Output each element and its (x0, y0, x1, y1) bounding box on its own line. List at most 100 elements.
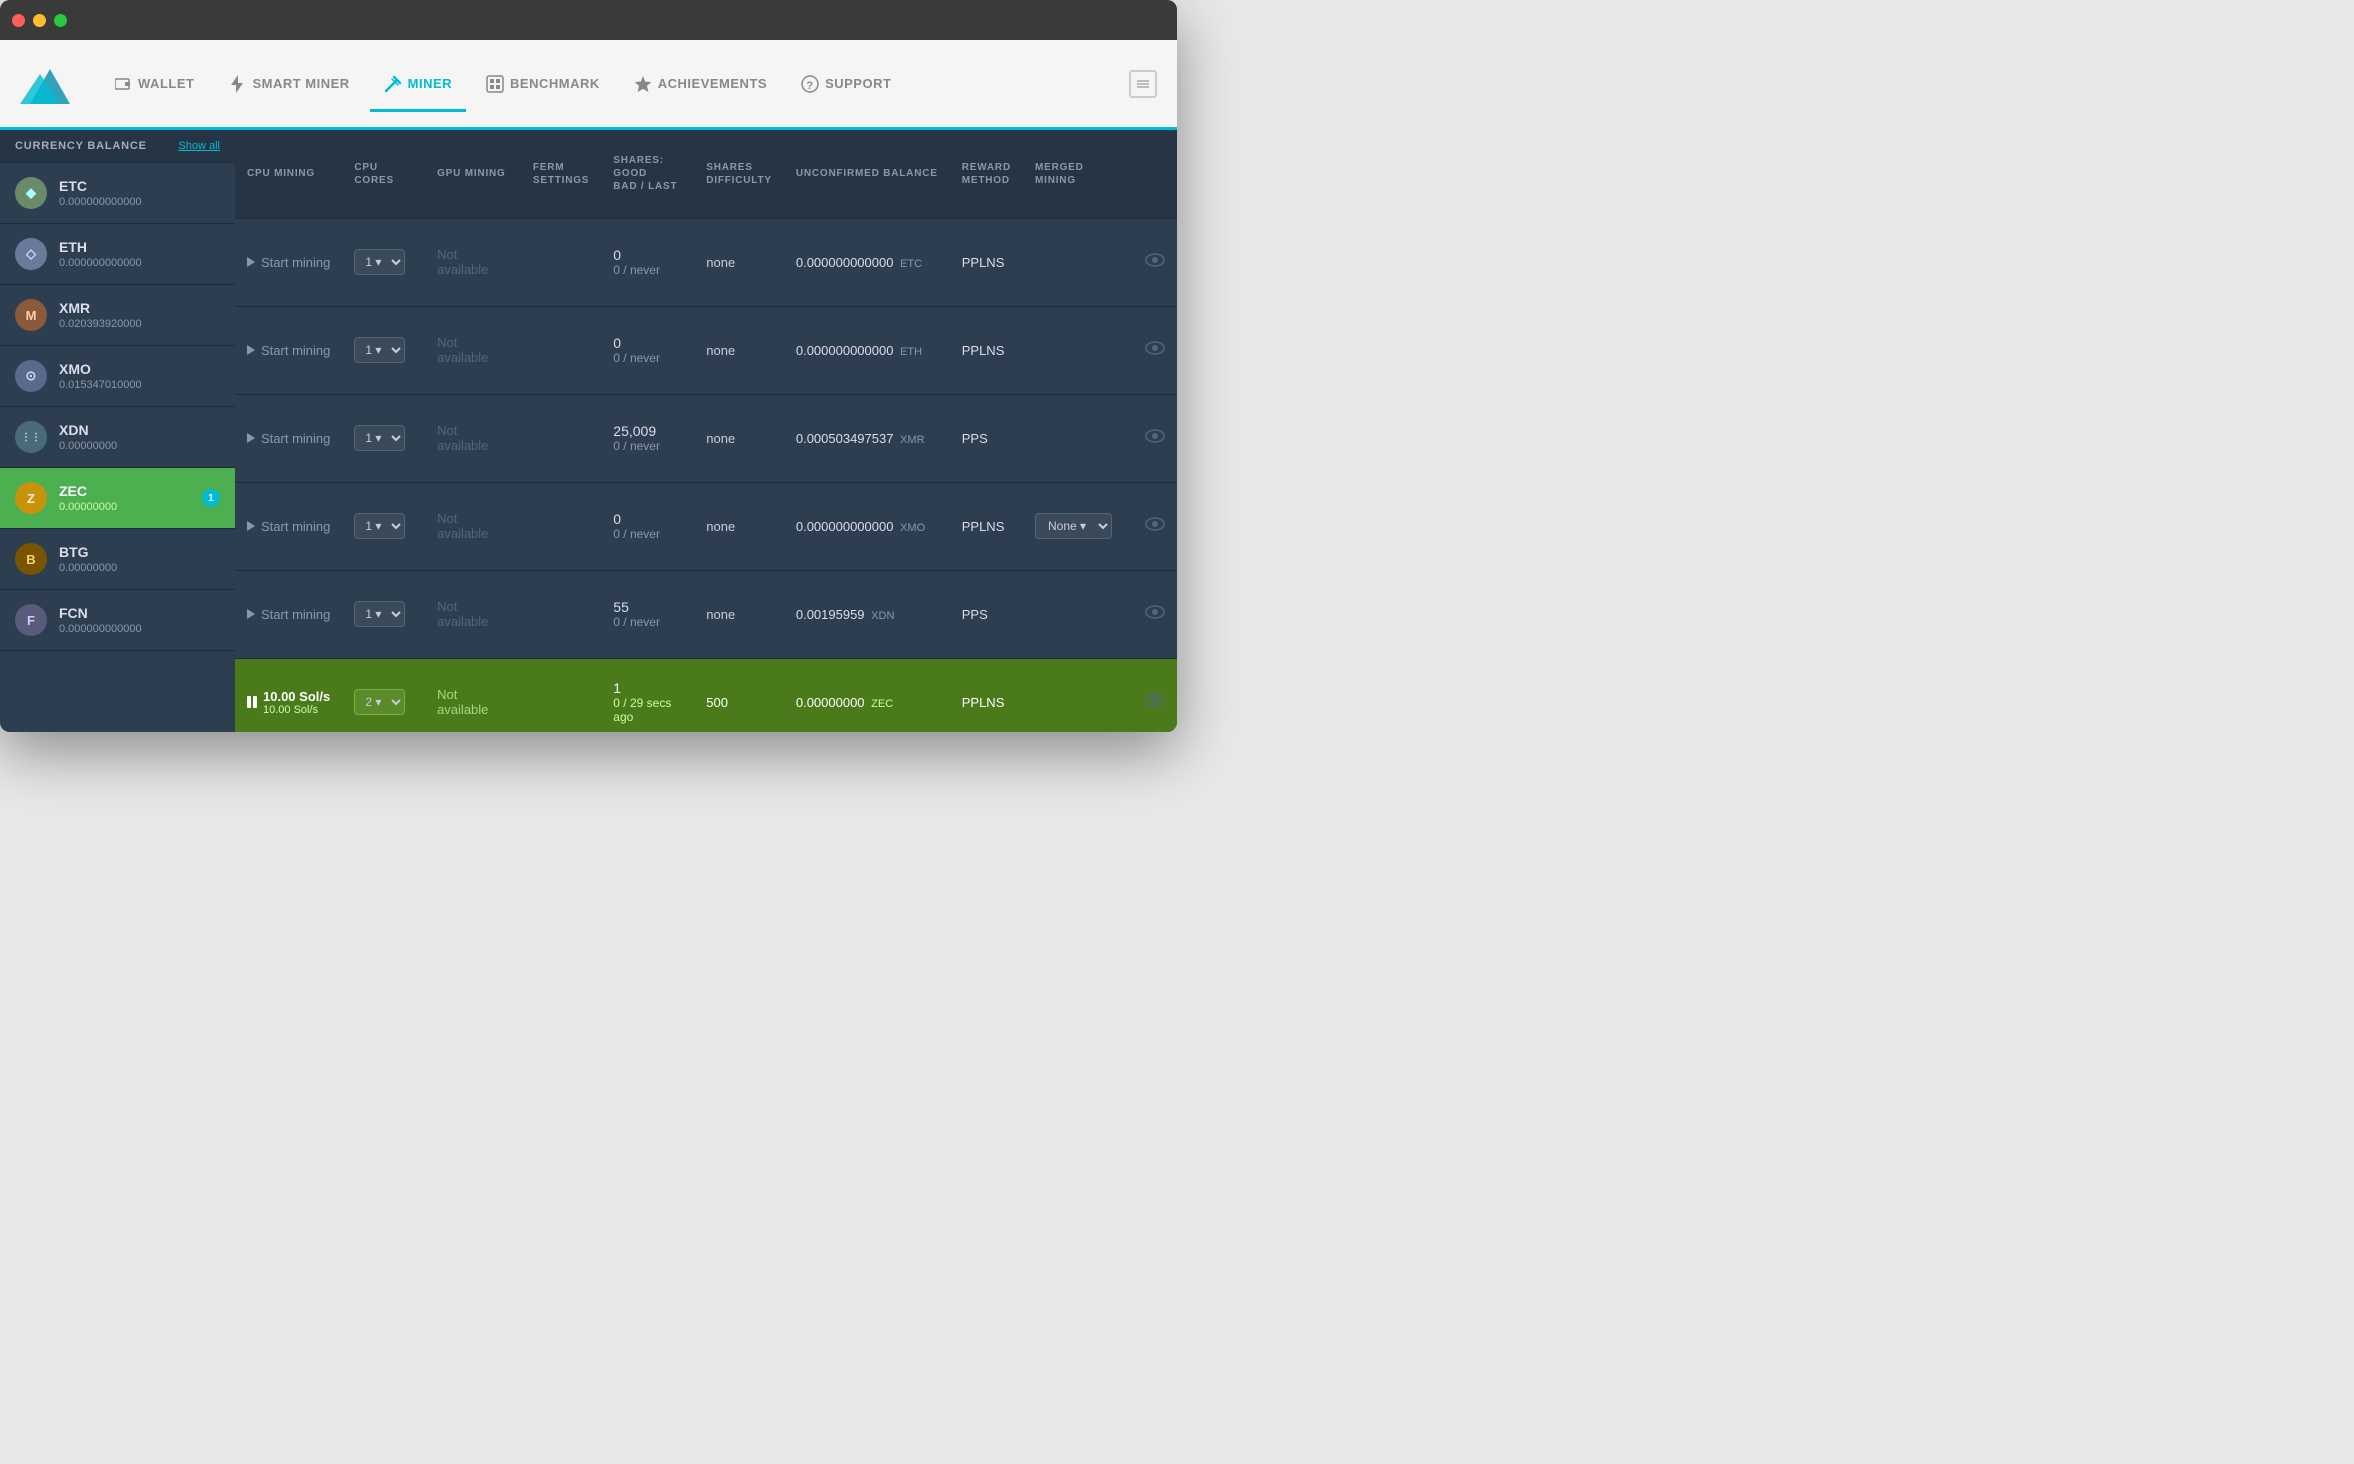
col-actions (1133, 130, 1177, 218)
start-mining-btn[interactable]: Start mining (247, 343, 330, 358)
merged-select-xmo[interactable]: None ▾ FCN (1035, 513, 1112, 539)
shares-cell-zec: 1 0 / 29 secs ago (601, 658, 694, 732)
minimize-button[interactable] (33, 14, 46, 27)
cpu-mining-cell-zec: 10.00 Sol/s 10.00 Sol/s (235, 658, 342, 732)
cpu-cores-cell-eth: 1 ▾ 2 ▾ 3 ▾ 4 ▾ (342, 306, 425, 394)
balance-cell-xmr: 0.000503497537 XMR (784, 394, 950, 482)
balance-cell-zec: 0.00000000 ZEC (784, 658, 950, 732)
xdn-currency-info: XDN 0.00000000 (59, 422, 220, 452)
cores-select-xmo[interactable]: 1 ▾ 2 ▾ 3 ▾ 4 ▾ (354, 513, 405, 539)
etc-currency-balance: 0.000000000000 (59, 196, 220, 208)
xdn-currency-name: XDN (59, 422, 220, 438)
traffic-lights (12, 14, 67, 27)
pause-mining-btn[interactable]: 10.00 Sol/s 10.00 Sol/s (247, 689, 330, 716)
col-gpu-mining: GPU MINING (425, 130, 521, 218)
ferm-cell-xdn (521, 570, 601, 658)
sidebar-item-BTG[interactable]: B BTG 0.00000000 (0, 529, 235, 590)
table-row-eth: Start mining 1 ▾ 2 ▾ 3 ▾ 4 ▾ Not availab… (235, 306, 1177, 394)
nav-item-support[interactable]: ? SUPPORT (787, 67, 905, 101)
cores-select-xmr[interactable]: 1 ▾ 2 ▾ 3 ▾ 4 ▾ (354, 425, 405, 451)
balance-unit: XDN (871, 610, 894, 622)
sidebar-item-ETC[interactable]: ◆ ETC 0.000000000000 (0, 163, 235, 224)
balance-value: 0.00000000 (796, 695, 865, 710)
start-label: Start mining (261, 255, 330, 270)
collapse-button[interactable] (1129, 70, 1157, 98)
navbar: WALLET SMART MINER (0, 40, 1177, 130)
table-row-xmr: Start mining 1 ▾ 2 ▾ 3 ▾ 4 ▾ Not availab… (235, 394, 1177, 482)
pause-icon (247, 696, 257, 708)
visibility-toggle-icon[interactable] (1145, 518, 1165, 535)
start-mining-btn[interactable]: Start mining (247, 607, 330, 622)
visibility-toggle-icon[interactable] (1145, 342, 1165, 359)
close-button[interactable] (12, 14, 25, 27)
eth-currency-info: ETH 0.000000000000 (59, 239, 220, 269)
balance-value: 0.00195959 (796, 607, 865, 622)
actions-cell-xdn (1133, 570, 1177, 658)
balance-value: 0.000000000000 (796, 343, 894, 358)
balance-unit: ZEC (871, 698, 893, 710)
balance-unit: ETC (900, 258, 922, 270)
difficulty-value: none (706, 519, 735, 534)
difficulty-cell-etc: none (694, 218, 784, 306)
table-row-xdn: Start mining 1 ▾ 2 ▾ 3 ▾ 4 ▾ Not availab… (235, 570, 1177, 658)
fullscreen-button[interactable] (54, 14, 67, 27)
merged-cell-xdn (1023, 570, 1133, 658)
gpu-not-available: Not available (437, 599, 488, 629)
nav-item-smart-miner[interactable]: SMART MINER (214, 67, 363, 101)
actions-cell-zec (1133, 658, 1177, 732)
reward-cell-etc: PPLNS (950, 218, 1023, 306)
start-mining-btn[interactable]: Start mining (247, 255, 330, 270)
visibility-toggle-icon[interactable] (1145, 254, 1165, 271)
gpu-not-available: Not available (437, 247, 488, 277)
sidebar-item-ZEC[interactable]: Z ZEC 0.00000000 1 (0, 468, 235, 529)
col-cpu-cores: CPU CORES (342, 130, 425, 218)
eth-currency-icon: ◇ (15, 238, 47, 270)
cpu-mining-cell-eth: Start mining (235, 306, 342, 394)
balance-value: 0.000000000000 (796, 255, 894, 270)
mining-table-area: CPU MINING CPU CORES GPU MINING FERMSETT… (235, 130, 1177, 732)
sidebar-item-XMR[interactable]: M XMR 0.020393920000 (0, 285, 235, 346)
nav-item-miner[interactable]: MINER (370, 67, 466, 101)
table-row-zec: 10.00 Sol/s 10.00 Sol/s 1 ▾ 2 ▾ 3 ▾ 4 ▾ … (235, 658, 1177, 732)
difficulty-cell-xmr: none (694, 394, 784, 482)
cores-select-xdn[interactable]: 1 ▾ 2 ▾ 3 ▾ 4 ▾ (354, 601, 405, 627)
xmo-currency-icon: ⊙ (15, 360, 47, 392)
cores-select-etc[interactable]: 1 ▾ 2 ▾ 3 ▾ 4 ▾ (354, 249, 405, 275)
cpu-mining-cell-xmr: Start mining (235, 394, 342, 482)
reward-cell-zec: PPLNS (950, 658, 1023, 732)
reward-method-value: PPLNS (962, 695, 1005, 710)
nav-item-achievements[interactable]: ACHIEVEMENTS (620, 67, 781, 101)
nav-item-benchmark[interactable]: BENCHMARK (472, 67, 614, 101)
reward-method-value: PPLNS (962, 519, 1005, 534)
play-icon (247, 609, 255, 619)
visibility-toggle-icon[interactable] (1145, 606, 1165, 623)
balance-cell-eth: 0.000000000000 ETH (784, 306, 950, 394)
sidebar-item-FCN[interactable]: F FCN 0.000000000000 (0, 590, 235, 651)
show-all-link[interactable]: Show all (178, 140, 220, 152)
sidebar-item-XMO[interactable]: ⊙ XMO 0.015347010000 (0, 346, 235, 407)
app-logo (20, 54, 80, 114)
cores-select-eth[interactable]: 1 ▾ 2 ▾ 3 ▾ 4 ▾ (354, 337, 405, 363)
gpu-mining-cell-xdn: Not available (425, 570, 521, 658)
reward-cell-xmr: PPS (950, 394, 1023, 482)
cpu-mining-cell-etc: Start mining (235, 218, 342, 306)
gpu-not-available: Not available (437, 511, 488, 541)
star-icon (634, 75, 652, 93)
start-mining-btn[interactable]: Start mining (247, 519, 330, 534)
reward-cell-xmo: PPLNS (950, 482, 1023, 570)
gpu-mining-cell-etc: Not available (425, 218, 521, 306)
zec-currency-balance: 0.00000000 (59, 501, 202, 513)
shares-cell-xmr: 25,009 0 / never (601, 394, 694, 482)
difficulty-cell-xdn: none (694, 570, 784, 658)
visibility-toggle-icon[interactable] (1145, 430, 1165, 447)
cores-select-zec[interactable]: 1 ▾ 2 ▾ 3 ▾ 4 ▾ (354, 689, 405, 715)
sidebar-item-XDN[interactable]: ⋮⋮ XDN 0.00000000 (0, 407, 235, 468)
sidebar-header: CURRENCY BALANCE Show all (0, 130, 235, 163)
visibility-toggle-icon[interactable] (1145, 694, 1165, 711)
start-mining-btn[interactable]: Start mining (247, 431, 330, 446)
actions-cell-xmr (1133, 394, 1177, 482)
gpu-not-available: Not available (437, 335, 488, 365)
sidebar-item-ETH[interactable]: ◇ ETH 0.000000000000 (0, 224, 235, 285)
gpu-mining-cell-xmo: Not available (425, 482, 521, 570)
nav-item-wallet[interactable]: WALLET (100, 67, 208, 101)
